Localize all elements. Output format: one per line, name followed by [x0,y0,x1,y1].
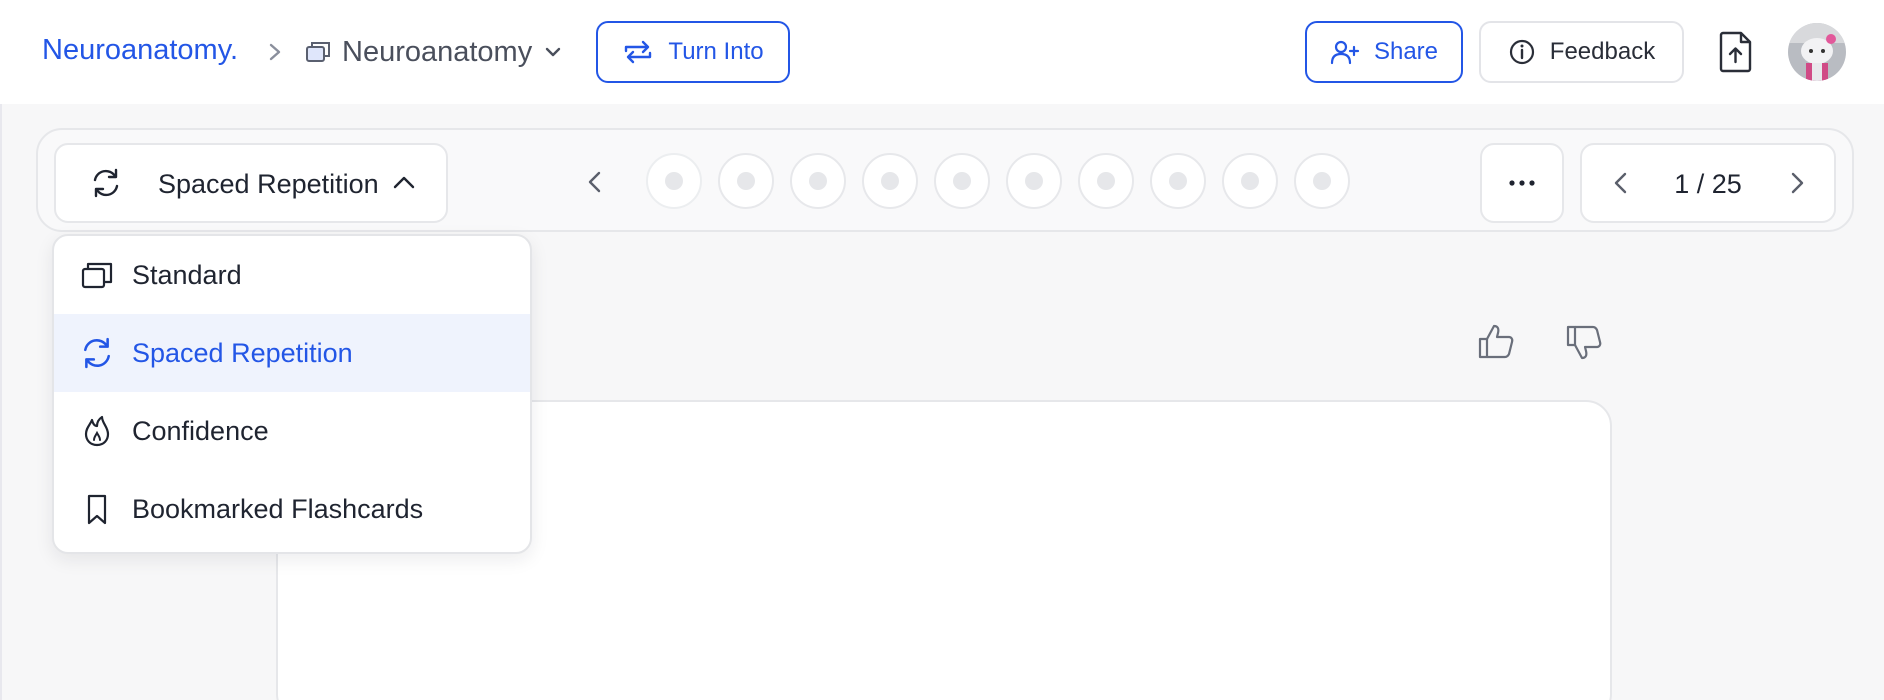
study-mode-label: Spaced Repetition [158,169,379,199]
menu-item-bookmarked-flashcards[interactable]: Bookmarked Flashcards [54,470,530,548]
deck-icon [306,42,330,62]
chevron-right-icon [269,43,281,61]
menu-item-standard[interactable]: Standard [54,236,530,314]
avatar-image-icon [1788,23,1846,81]
card-pager: 1 / 25 [1580,143,1836,223]
feedback-button[interactable]: Feedback [1479,21,1684,83]
study-mode-menu: Standard Spaced Repetition Confidence Bo… [52,234,532,554]
user-plus-icon [1330,40,1360,65]
progress-dot[interactable] [934,153,990,209]
ellipsis-icon [1509,180,1535,186]
progress-dot[interactable] [718,153,774,209]
progress-dot[interactable] [1150,153,1206,209]
avatar[interactable] [1788,23,1846,81]
file-upload-icon[interactable] [1716,30,1756,74]
refresh-icon [84,337,110,369]
progress-dot[interactable] [790,153,846,209]
more-options-button[interactable] [1480,143,1564,223]
share-label: Share [1373,38,1439,65]
next-card-icon[interactable] [1778,165,1814,201]
cards-icon [81,262,113,289]
progress-dot[interactable] [1078,153,1134,209]
turn-into-button[interactable]: Turn Into [596,21,790,83]
progress-dot[interactable] [646,153,702,209]
share-button[interactable]: Share [1305,21,1463,83]
menu-item-label: Spaced Repetition [132,338,353,368]
menu-item-spaced-repetition[interactable]: Spaced Repetition [54,314,530,392]
breadcrumb-root-link[interactable]: Neuroanatomy. [42,34,238,67]
previous-card-icon[interactable] [1604,165,1640,201]
thumbs-down-icon[interactable] [1564,322,1604,362]
study-toolbar: Spaced Repetition 1 / 25 [36,128,1854,232]
flame-icon [84,415,110,447]
refresh-icon [93,168,119,198]
progress-dot[interactable] [1294,153,1350,209]
top-bar: Neuroanatomy. Neuroanatomy Turn Into Sha… [0,0,1884,104]
thumbs-up-icon[interactable] [1476,322,1516,362]
card-counter: 1 / 25 [1674,169,1742,199]
feedback-label: Feedback [1549,38,1656,65]
study-mode-select[interactable]: Spaced Repetition [54,143,448,223]
turn-into-label: Turn Into [668,38,764,65]
repeat-icon [625,40,652,64]
bookmark-icon [87,494,107,525]
chevron-up-icon [393,176,415,189]
progress-dot[interactable] [862,153,918,209]
progress-dot[interactable] [1222,153,1278,209]
menu-item-confidence[interactable]: Confidence [54,392,530,470]
chevron-down-icon [546,47,561,57]
progress-dot[interactable] [1006,153,1062,209]
menu-item-label: Standard [132,260,242,290]
menu-item-label: Confidence [132,416,269,446]
breadcrumb-current-dropdown[interactable]: Neuroanatomy [304,34,564,70]
breadcrumb-current-label: Neuroanatomy [342,35,533,68]
progress-prev-icon[interactable] [578,164,614,200]
info-icon [1509,39,1534,65]
menu-item-label: Bookmarked Flashcards [132,494,424,524]
